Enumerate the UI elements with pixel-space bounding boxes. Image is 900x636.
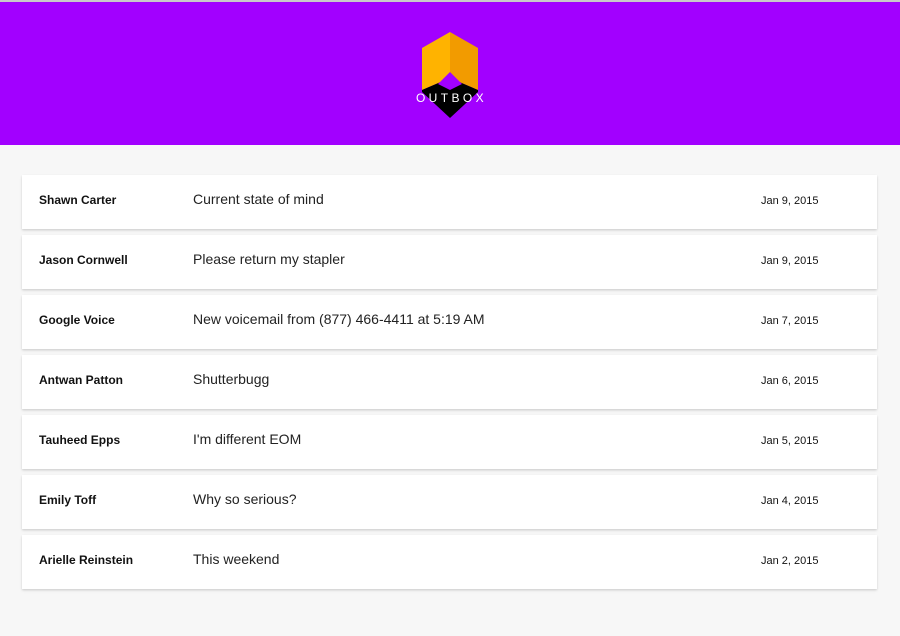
message-subject: This weekend [193,551,280,567]
message-row[interactable]: Shawn Carter Current state of mind Jan 9… [22,175,877,229]
message-sender: Shawn Carter [39,193,117,207]
message-row[interactable]: Antwan Patton Shutterbugg Jan 6, 2015 [22,355,877,409]
message-subject: Please return my stapler [193,251,345,267]
outbox-logo-icon [422,32,478,118]
message-sender: Emily Toff [39,493,97,507]
message-row[interactable]: Emily Toff Why so serious? Jan 4, 2015 [22,475,877,529]
message-date: Jan 6, 2015 [761,375,819,387]
message-date: Jan 5, 2015 [761,435,819,447]
message-date: Jan 2, 2015 [761,555,819,567]
message-row[interactable]: Tauheed Epps I'm different EOM Jan 5, 20… [22,415,877,469]
message-sender: Arielle Reinstein [39,553,134,567]
message-row[interactable]: Arielle Reinstein This weekend Jan 2, 20… [22,535,877,589]
message-date: Jan 7, 2015 [761,315,819,327]
logo-wordmark: OUTBOX [415,91,488,105]
message-row[interactable]: Jason Cornwell Please return my stapler … [22,235,877,289]
message-date: Jan 4, 2015 [761,495,819,507]
message-sender: Google Voice [39,313,115,327]
message-subject: Shutterbugg [193,371,270,387]
message-sender: Jason Cornwell [39,253,128,267]
message-subject: Why so serious? [193,491,297,507]
outbox-logo[interactable]: OUTBOX [409,32,491,118]
message-subject: I'm different EOM [193,431,302,447]
message-row[interactable]: Google Voice New voicemail from (877) 46… [22,295,877,349]
app-header: OUTBOX [0,2,900,145]
message-subject: New voicemail from (877) 466-4411 at 5:1… [193,311,485,327]
message-sender: Antwan Patton [39,373,123,387]
message-date: Jan 9, 2015 [761,255,819,267]
message-list: Shawn Carter Current state of mind Jan 9… [22,175,877,595]
message-sender: Tauheed Epps [39,433,121,447]
message-date: Jan 9, 2015 [761,195,819,207]
message-subject: Current state of mind [193,191,324,207]
